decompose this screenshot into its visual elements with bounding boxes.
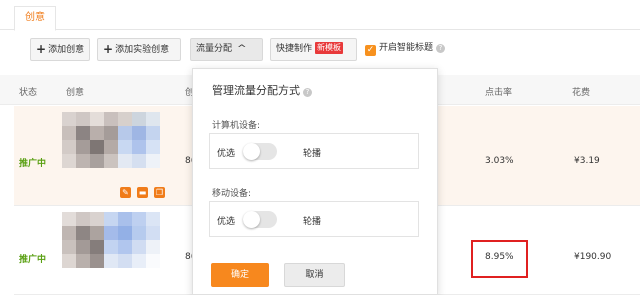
- add-creative-button[interactable]: + 添加创意: [30, 38, 90, 61]
- toggle-knob: [243, 143, 260, 160]
- plus-icon: +: [103, 42, 114, 56]
- creative-thumbnail[interactable]: [62, 112, 160, 168]
- traffic-split-popup: 管理流量分配方式? 计算机设备: 优选 轮播 移动设备: 优选 轮播 确定 取消: [192, 68, 438, 295]
- header-cost[interactable]: 花费: [572, 85, 590, 98]
- checkmark-icon: ✓: [365, 45, 376, 56]
- computer-device-toggle[interactable]: [243, 143, 277, 160]
- ctr-highlight-box: [471, 240, 528, 278]
- creative-thumbnail[interactable]: [62, 212, 160, 268]
- traffic-split-label: 流量分配: [196, 44, 233, 54]
- add-creative-label: 添加创意: [48, 45, 85, 55]
- traffic-split-button[interactable]: 流量分配 ^: [190, 38, 263, 61]
- help-icon[interactable]: ?: [436, 44, 446, 53]
- popup-title-text: 管理流量分配方式: [212, 84, 300, 97]
- cost-value: ¥3.19: [574, 156, 600, 166]
- tab-creative[interactable]: 创意: [14, 6, 56, 31]
- cost-value: ¥190.90: [574, 252, 612, 262]
- row-actions: ✎ ▬ ❐: [120, 187, 171, 198]
- edit-icon[interactable]: ✎: [120, 187, 131, 198]
- popup-title: 管理流量分配方式?: [212, 82, 312, 98]
- header-creative: 创意: [66, 88, 85, 98]
- confirm-button[interactable]: 确定: [211, 263, 269, 287]
- help-icon[interactable]: ?: [303, 88, 312, 97]
- header-ctr[interactable]: 点击率: [485, 85, 512, 98]
- quick-make-label: 快捷制作: [276, 44, 313, 54]
- header-status: 状态: [19, 88, 38, 98]
- mobile-device-toggle[interactable]: [243, 211, 277, 228]
- chevron-up-icon: ^: [236, 44, 247, 54]
- status-label: 推广中: [19, 255, 47, 265]
- add-experiment-label: 添加实验创意: [115, 45, 170, 55]
- ctr-value: 3.03%: [485, 156, 514, 166]
- quick-make-button[interactable]: 快捷制作 新模板: [270, 38, 357, 61]
- smart-title-label: 开启智能标题: [379, 43, 434, 53]
- toggle-knob: [243, 211, 260, 228]
- option-preferred-label: 优选: [217, 149, 236, 159]
- mobile-device-switch-group: 优选 轮播: [209, 201, 419, 237]
- computer-device-label: 计算机设备:: [212, 121, 261, 131]
- status-label: 推广中: [19, 159, 47, 169]
- option-rotate-label: 轮播: [303, 217, 322, 227]
- computer-device-switch-group: 优选 轮播: [209, 133, 419, 169]
- tab-bar: 创意: [0, 0, 640, 31]
- option-preferred-label: 优选: [217, 217, 236, 227]
- delete-icon[interactable]: ▬: [137, 187, 148, 198]
- toolbar: + 添加创意 + 添加实验创意 流量分配 ^ 快捷制作 新模板 ✓ 开启智能标题?: [0, 31, 640, 71]
- copy-icon[interactable]: ❐: [154, 187, 165, 198]
- add-experiment-button[interactable]: + 添加实验创意: [97, 38, 181, 61]
- new-template-badge: 新模板: [315, 42, 344, 54]
- plus-icon: +: [36, 42, 47, 56]
- smart-title-checkbox[interactable]: ✓ 开启智能标题?: [365, 40, 446, 56]
- cancel-button[interactable]: 取消: [284, 263, 345, 287]
- mobile-device-label: 移动设备:: [212, 189, 252, 199]
- option-rotate-label: 轮播: [303, 149, 322, 159]
